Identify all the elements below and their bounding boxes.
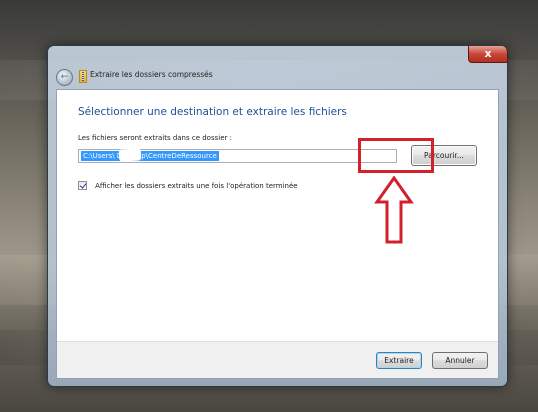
extract-button[interactable]: Extraire [376, 352, 422, 369]
close-button[interactable]: x [468, 46, 508, 63]
destination-path-value: C:\Users\ Desktop\CentreDeRessource [81, 151, 219, 161]
up-arrow-annotation-icon [374, 176, 414, 244]
window-title: Extraire les dossiers compressés [90, 70, 213, 79]
browse-highlight-box [358, 138, 434, 173]
page-heading: Sélectionner une destination et extraire… [78, 106, 347, 118]
dialog-content: Sélectionner une destination et extraire… [56, 89, 499, 379]
redacted-username [118, 148, 142, 162]
back-arrow-icon[interactable]: ← [56, 69, 73, 86]
show-extracted-label: Afficher les dossiers extraits une fois … [95, 181, 298, 190]
dialog-footer: Extraire Annuler [57, 341, 498, 378]
show-extracted-checkbox[interactable] [78, 181, 87, 190]
destination-label: Les fichiers seront extraits dans ce dos… [78, 134, 232, 142]
show-extracted-option[interactable]: Afficher les dossiers extraits une fois … [78, 175, 298, 194]
cancel-button[interactable]: Annuler [432, 352, 488, 369]
zip-folder-icon [79, 70, 87, 83]
destination-path-input[interactable]: C:\Users\ Desktop\CentreDeRessource [78, 148, 397, 163]
extract-dialog-window: x ← Extraire les dossiers compressés Sél… [47, 45, 508, 387]
